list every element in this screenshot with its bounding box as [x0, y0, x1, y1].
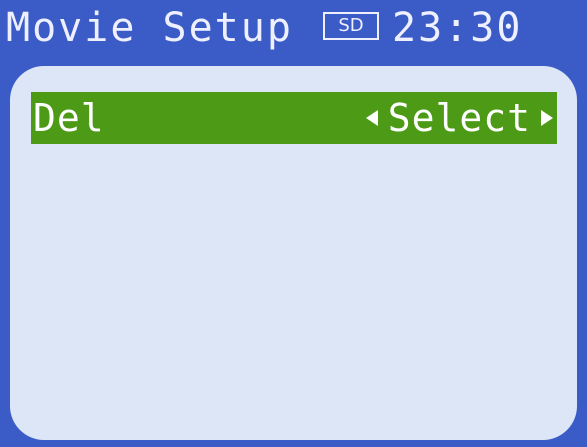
title-bar: Movie Setup SD 23:30	[0, 0, 587, 60]
menu-panel: Del Select	[10, 66, 577, 440]
right-triangle-icon[interactable]	[541, 110, 553, 126]
page-title: Movie Setup	[6, 5, 293, 51]
left-triangle-icon[interactable]	[365, 110, 378, 126]
menu-item-del[interactable]: Del Select	[31, 92, 557, 144]
menu-item-value-selector[interactable]: Select	[365, 92, 553, 144]
menu-item-value: Select	[387, 96, 531, 140]
sd-card-badge: SD	[323, 12, 379, 40]
time-display: 23:30	[392, 5, 523, 51]
menu-item-label: Del	[33, 96, 105, 140]
camera-menu-screen: Movie Setup SD 23:30 Del Select	[0, 0, 587, 447]
